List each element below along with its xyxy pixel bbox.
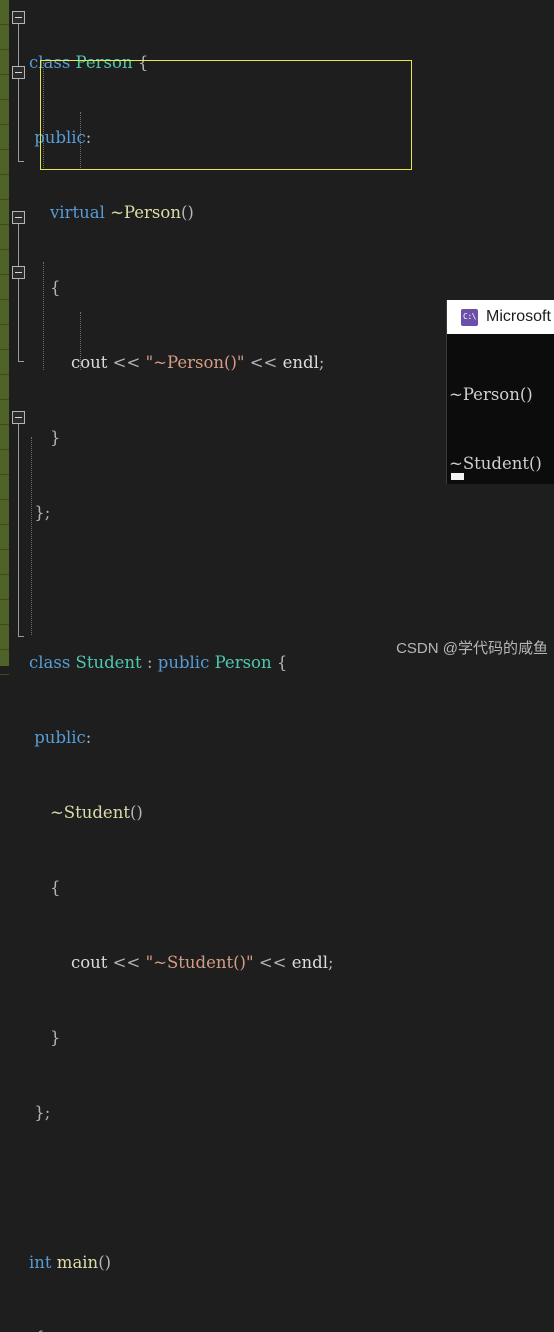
change-margin-segment: [0, 150, 9, 175]
change-margin-segment: [0, 275, 9, 300]
console-window[interactable]: C:\ Microsoft ~Person() ~Student() ~Pers…: [446, 300, 554, 484]
console-block-cursor: [451, 473, 464, 480]
change-margin-segment: [0, 425, 9, 450]
change-margin-segment: [0, 75, 9, 100]
change-margin-segment: [0, 450, 9, 475]
cmd-prompt-icon: C:\: [461, 308, 478, 326]
code-line: virtual ~Person(): [49, 203, 194, 222]
change-margin-segment: [0, 0, 9, 25]
code-line: ~Student(): [49, 803, 143, 822]
change-margin-segment: [0, 250, 9, 275]
watermark: CSDN @学代码的咸鱼: [396, 640, 548, 657]
change-margin-segment: [0, 25, 9, 50]
fold-toggle-student-dtor[interactable]: [12, 266, 25, 279]
change-margin-segment: [0, 550, 9, 575]
console-output: ~Person() ~Student() ~Person() E:\C_prac…: [447, 334, 554, 484]
fold-bracket-foot: [18, 636, 24, 637]
change-margin-segment: [0, 350, 9, 375]
code-line: cout << "~Student()" << endl;: [70, 953, 334, 972]
change-margin-segment: [0, 175, 9, 200]
change-margin-segment: [0, 375, 9, 400]
cmd-prompt-icon-glyph: C:\: [463, 312, 476, 321]
fold-toggle-person-dtor[interactable]: [12, 66, 25, 79]
code-line: }: [49, 1028, 61, 1047]
highlight-annotation-box: [40, 60, 412, 170]
change-margin-segment: [0, 300, 9, 325]
console-output-line: ~Student(): [449, 454, 542, 473]
change-tracking-margin: [0, 0, 9, 675]
console-title-bar[interactable]: C:\ Microsoft: [447, 300, 554, 334]
change-margin-segment: [0, 325, 9, 350]
console-output-line: ~Person(): [449, 385, 533, 404]
code-line: {: [49, 278, 61, 297]
change-margin-segment: [0, 575, 9, 600]
change-margin-segment: [0, 650, 9, 675]
fold-bracket-line: [18, 24, 19, 161]
change-margin-segment: [0, 225, 9, 250]
console-title-text: Microsoft: [486, 308, 551, 325]
fold-toggle-class-person[interactable]: [12, 11, 25, 24]
code-line: };: [34, 503, 51, 522]
change-margin-segment: [0, 50, 9, 75]
change-margin-segment: [0, 600, 9, 625]
change-margin-segment: [0, 625, 9, 650]
change-margin-segment: [0, 525, 9, 550]
change-margin-segment: [0, 400, 9, 425]
code-line: {: [49, 878, 61, 897]
fold-toggle-main[interactable]: [12, 411, 25, 424]
change-margin-segment: [0, 475, 9, 500]
code-line: public:: [34, 728, 92, 747]
fold-bracket-foot: [18, 361, 24, 362]
code-line: {: [29, 1325, 554, 1332]
change-margin-segment: [0, 100, 9, 125]
fold-toggle-class-student[interactable]: [12, 211, 25, 224]
fold-bracket-line: [18, 224, 19, 361]
fold-bracket-foot: [18, 161, 24, 162]
code-line: int main(): [29, 1253, 112, 1272]
change-margin-segment: [0, 500, 9, 525]
fold-bracket-line: [18, 424, 19, 636]
code-line: };: [34, 1103, 51, 1122]
change-margin-segment: [0, 200, 9, 225]
change-margin-segment: [0, 125, 9, 150]
code-folding-margin[interactable]: [9, 0, 29, 666]
